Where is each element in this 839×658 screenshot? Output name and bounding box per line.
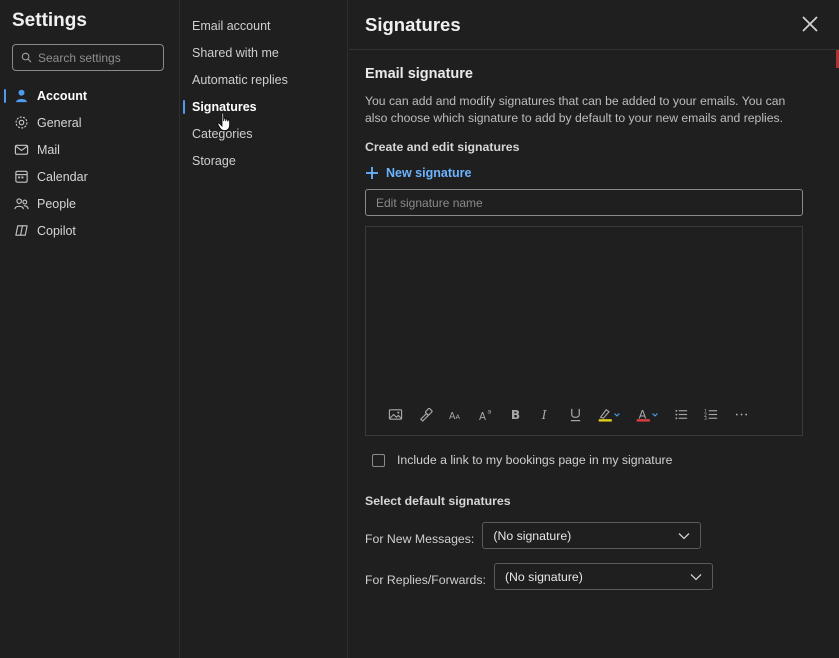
signature-name-input[interactable] [365,189,803,216]
nav-item-label: People [37,196,76,211]
default-signatures-title: Select default signatures [365,494,511,508]
copilot-icon [13,223,29,239]
svg-text:I: I [540,408,546,422]
search-box[interactable] [12,44,164,71]
replies-label: For Replies/Forwards: [365,572,486,587]
gear-icon [13,115,29,131]
italic-icon[interactable]: I [530,405,560,423]
nav-item-label: Calendar [37,169,88,184]
plus-icon [366,167,378,179]
subnav-item-shared-with-me[interactable]: Shared with me [181,39,348,66]
signature-editor[interactable]: AA Aa B I A 1 2 3 [365,226,803,436]
svg-text:B: B [510,408,519,422]
section-description: You can add and modify signatures that c… [365,94,786,125]
svg-text:A: A [455,413,460,421]
nav-item-label: Copilot [37,223,76,238]
replies-value: (No signature) [504,569,583,584]
new-messages-dropdown[interactable]: (No signature) [482,522,702,549]
replies-dropdown[interactable]: (No signature) [493,563,713,590]
new-messages-row: For New Messages: (No signature) [365,522,805,549]
bookings-link-option[interactable]: Include a link to my bookings page in my… [372,453,805,467]
superscript-icon[interactable]: Aa [470,405,500,423]
bullets-icon[interactable] [666,405,696,423]
new-messages-label: For New Messages: [365,531,475,546]
chevron-down-icon [678,532,690,539]
create-edit-title: Create and edit signatures [365,140,520,154]
section-title: Email signature [365,66,473,82]
subnav-item-storage[interactable]: Storage [181,147,348,174]
bookings-link-label: Include a link to my bookings page in my… [397,453,673,467]
settings-nav-pane: Settings Account General Mail [0,0,180,658]
new-messages-value: (No signature) [493,528,572,543]
underline-icon[interactable] [560,405,590,423]
svg-text:3: 3 [704,416,707,422]
signatures-panel: Signatures Email signature You can add a… [349,0,839,658]
bookings-link-checkbox[interactable] [372,453,385,467]
svg-text:a: a [487,407,491,415]
close-icon[interactable] [801,15,819,33]
nav-item-people[interactable]: People [0,190,180,217]
font-color-icon[interactable]: A [628,405,666,423]
chevron-down-icon [690,573,702,580]
account-subnav-pane: Email account Shared with me Automatic r… [181,0,348,658]
nav-item-mail[interactable]: Mail [0,136,180,163]
subnav-list: Email account Shared with me Automatic r… [181,12,348,174]
new-signature-button[interactable]: New signature [365,166,805,180]
nav-item-calendar[interactable]: Calendar [0,163,180,190]
nav-item-label: Mail [37,142,60,157]
panel-body: Email signature You can add and modify s… [365,66,805,590]
nav-item-account[interactable]: Account [0,82,180,109]
search-input[interactable] [38,50,158,65]
subnav-item-email-account[interactable]: Email account [181,12,348,39]
insert-picture-icon[interactable] [380,405,410,423]
mail-icon [13,142,29,158]
search-icon [21,52,32,63]
nav-list: Account General Mail Calendar People Cop… [0,82,180,244]
subnav-item-automatic-replies[interactable]: Automatic replies [181,66,348,93]
panel-title: Signatures [365,14,461,35]
new-signature-label: New signature [386,166,472,180]
nav-item-general[interactable]: General [0,109,180,136]
hand-cursor-icon [217,112,230,131]
format-toolbar: AA Aa B I A 1 2 3 [380,405,756,423]
format-painter-icon[interactable] [410,405,440,423]
nav-item-copilot[interactable]: Copilot [0,217,180,244]
numbering-icon[interactable]: 123 [696,405,726,423]
highlight-color-icon[interactable] [590,405,628,423]
more-options-icon[interactable] [726,405,756,423]
font-size-icon[interactable]: AA [440,405,470,423]
nav-item-label: Account [37,88,87,103]
bold-icon[interactable]: B [500,405,530,423]
subnav-item-signatures[interactable]: Signatures [181,93,348,120]
settings-title: Settings [12,10,87,31]
replies-row: For Replies/Forwards: (No signature) [365,563,805,590]
person-icon [13,88,29,104]
svg-text:A: A [478,411,485,422]
calendar-icon [13,169,29,185]
panel-header: Signatures [349,0,839,50]
people-icon [13,196,29,212]
nav-item-label: General [37,115,82,130]
subnav-item-categories[interactable]: Categories [181,120,348,147]
